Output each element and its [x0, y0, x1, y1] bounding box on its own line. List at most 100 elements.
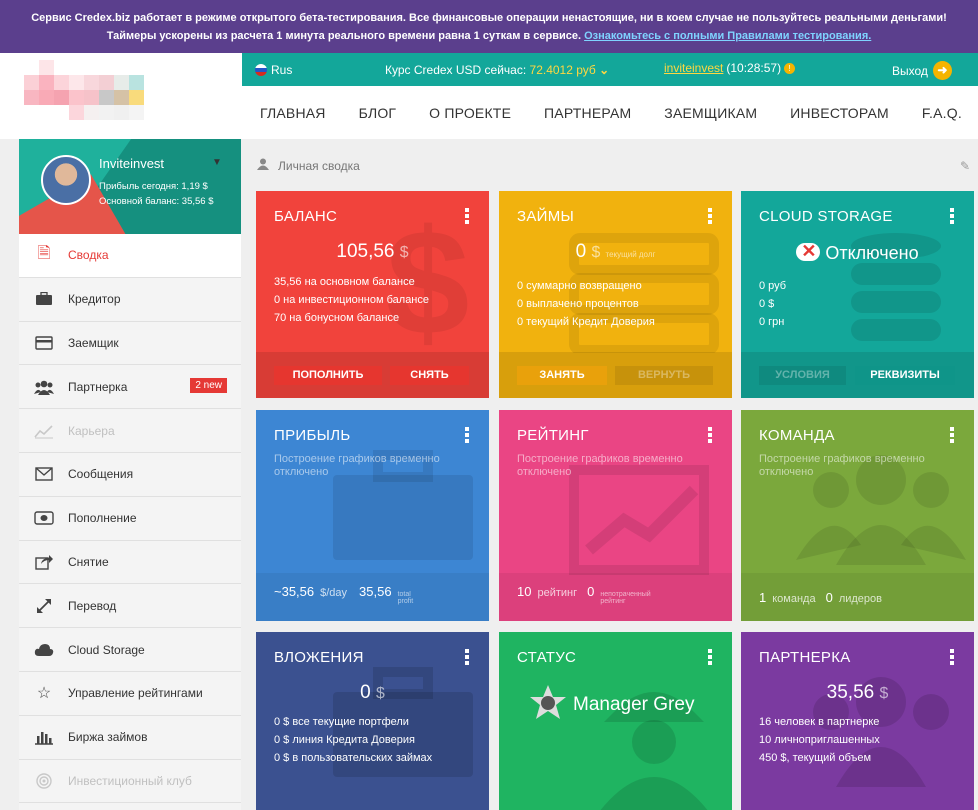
chevron-down-icon: ⌄	[599, 63, 610, 77]
team-label: команда	[772, 593, 816, 605]
status-badge-icon	[529, 684, 567, 725]
sidebar-item-partners[interactable]: Партнерка 2 new	[19, 365, 241, 410]
logo-image	[24, 60, 159, 120]
cloud-line: 0 грн	[759, 316, 785, 328]
logout-icon: ➜	[932, 61, 952, 80]
sidebar: Inviteinvest ▼ Прибыль сегодня: 1,19 $ О…	[19, 139, 241, 810]
conditions-button: УСЛОВИЯ	[759, 366, 846, 385]
card-title: ЗАЙМЫ	[517, 208, 575, 225]
sidebar-item-loan-exchange[interactable]: Биржа займов	[19, 715, 241, 760]
sidebar-menu: 🗎 Сводка Кредитор Заемщик Партнерка 2 new …	[19, 234, 241, 804]
more-menu-icon[interactable]	[465, 208, 469, 226]
currency-sign: $	[399, 244, 409, 261]
partner-card: ПАРТНЕРКА 35,56 $ 16 человек в партнерке…	[741, 632, 974, 810]
more-menu-icon[interactable]	[950, 427, 954, 445]
rules-link[interactable]: Ознакомьтесь с полными Правилами тестиро…	[584, 30, 871, 42]
loans-line: 0 выплачено процентов	[517, 298, 639, 310]
investments-line: 0 $ в пользовательских займах	[274, 752, 433, 764]
nav-blog[interactable]: БЛОГ	[359, 105, 397, 121]
nav-faq[interactable]: F.A.Q.	[922, 105, 962, 121]
currency-sign: $	[879, 685, 889, 702]
money-icon	[33, 508, 55, 528]
username-link[interactable]: inviteinvest	[664, 61, 723, 75]
nav-about[interactable]: О ПРОЕКТЕ	[429, 105, 511, 121]
currency-sign: $	[376, 685, 385, 702]
sidebar-item-label: Пополнение	[68, 511, 137, 526]
card-title: КОМАНДА	[759, 427, 835, 444]
sidebar-item-cloud-storage[interactable]: Cloud Storage	[19, 628, 241, 672]
sidebar-item-borrower[interactable]: Заемщик	[19, 321, 241, 366]
star-icon: ☆	[36, 685, 52, 703]
profit-card: ПРИБЫЛЬ Построение графиков временно отк…	[256, 410, 489, 621]
cloud-icon	[33, 640, 55, 660]
exchange-rate[interactable]: Курс Credex USD сейчас: 72.4012 руб ⌄	[385, 63, 609, 77]
balance-line: 0 на инвестиционном балансе	[274, 294, 430, 306]
logo[interactable]	[0, 53, 242, 139]
language-selector[interactable]: Rus	[255, 63, 292, 77]
card-title: ПРИБЫЛЬ	[274, 427, 351, 444]
nav-investors[interactable]: ИНВЕСТОРАМ	[790, 105, 889, 121]
logout-label: Выход	[892, 63, 928, 78]
borrow-button[interactable]: ЗАНЯТЬ	[517, 366, 607, 385]
investments-value: 0	[360, 682, 371, 703]
bar-chart-icon	[33, 727, 55, 747]
currency-sign: $	[591, 244, 601, 261]
daily-profit: ~35,56	[274, 584, 315, 599]
breadcrumb: Личная сводка	[257, 158, 360, 173]
card-title: ВЛОЖЕНИЯ	[274, 649, 364, 666]
loans-card: ЗАЙМЫ 0 $ текущий долг 0 суммарно возвра…	[499, 191, 732, 398]
partner-line: 10 личноприглашенных	[759, 734, 880, 746]
card-title: СТАТУС	[517, 649, 577, 666]
more-menu-icon[interactable]	[950, 649, 954, 667]
sidebar-item-label: Cloud Storage	[68, 642, 145, 657]
main-balance: Основной баланс: 35,56 $	[99, 196, 214, 207]
deposit-button[interactable]: ПОПОЛНИТЬ	[274, 366, 382, 385]
card-title: ПАРТНЕРКА	[759, 649, 851, 666]
balance-line: 35,56 на основном балансе	[274, 276, 415, 288]
sidebar-item-deposit[interactable]: Пополнение	[19, 496, 241, 541]
more-menu-icon[interactable]	[465, 649, 469, 667]
sidebar-item-creditor[interactable]: Кредитор	[19, 277, 241, 322]
sidebar-item-withdraw[interactable]: Снятие	[19, 540, 241, 585]
envelope-icon	[33, 464, 55, 484]
requisites-button[interactable]: РЕКВИЗИТЫ	[855, 366, 955, 385]
unspent-rating-value: 0	[587, 584, 595, 599]
pencil-icon[interactable]: ✎	[960, 159, 970, 173]
sidebar-item-label: Сводка	[68, 248, 109, 263]
total-label: total	[397, 591, 411, 598]
more-menu-icon[interactable]	[708, 427, 712, 445]
leaders-count: 0	[825, 590, 833, 605]
user-info: inviteinvest (10:28:57) !	[664, 61, 796, 75]
avatar[interactable]	[41, 155, 91, 205]
more-menu-icon[interactable]	[708, 649, 712, 667]
partner-line: 450 $, текущий объем	[759, 752, 872, 764]
chart-watermark-icon	[569, 465, 709, 580]
logout-button[interactable]: Выход ➜	[892, 61, 952, 80]
caret-down-icon[interactable]: ▼	[212, 157, 222, 168]
partner-line: 16 человек в партнерке	[759, 716, 880, 728]
balance-line: 70 на бонусном балансе	[274, 312, 400, 324]
more-menu-icon[interactable]	[708, 208, 712, 226]
nav-partners[interactable]: ПАРТНЕРАМ	[544, 105, 631, 121]
nav-home[interactable]: ГЛАВНАЯ	[260, 105, 326, 121]
sidebar-item-label: Сообщения	[68, 467, 134, 482]
partner-value: 35,56	[826, 682, 875, 703]
sidebar-item-messages[interactable]: Сообщения	[19, 452, 241, 497]
sidebar-item-rating-management[interactable]: ☆ Управление рейтингами	[19, 671, 241, 716]
profile-name[interactable]: Inviteinvest	[99, 156, 164, 171]
sidebar-item-transfer[interactable]: Перевод	[19, 584, 241, 629]
profit-label: profit	[397, 598, 414, 605]
withdraw-button[interactable]: СНЯТЬ	[390, 366, 469, 385]
nav-borrowers[interactable]: ЗАЕМЩИКАМ	[664, 105, 757, 121]
charts-disabled-note: Построение графиков временно отключено	[759, 453, 925, 478]
info-icon[interactable]: !	[784, 62, 796, 74]
main-content: Личная сводка ✎ $ БАЛАНС 105,56 $ 35,56 …	[241, 139, 978, 810]
main-nav: ГЛАВНАЯ БЛОГ О ПРОЕКТЕ ПАРТНЕРАМ ЗАЕМЩИК…	[242, 86, 978, 139]
cloud-line: 0 $	[759, 298, 775, 310]
more-menu-icon[interactable]	[465, 427, 469, 445]
sidebar-item-label: Управление рейтингами	[68, 686, 203, 701]
more-menu-icon[interactable]	[950, 208, 954, 226]
sidebar-item-summary[interactable]: 🗎 Сводка	[19, 234, 241, 278]
rating-label: рейтинг	[537, 587, 578, 599]
card-title: РЕЙТИНГ	[517, 427, 589, 444]
